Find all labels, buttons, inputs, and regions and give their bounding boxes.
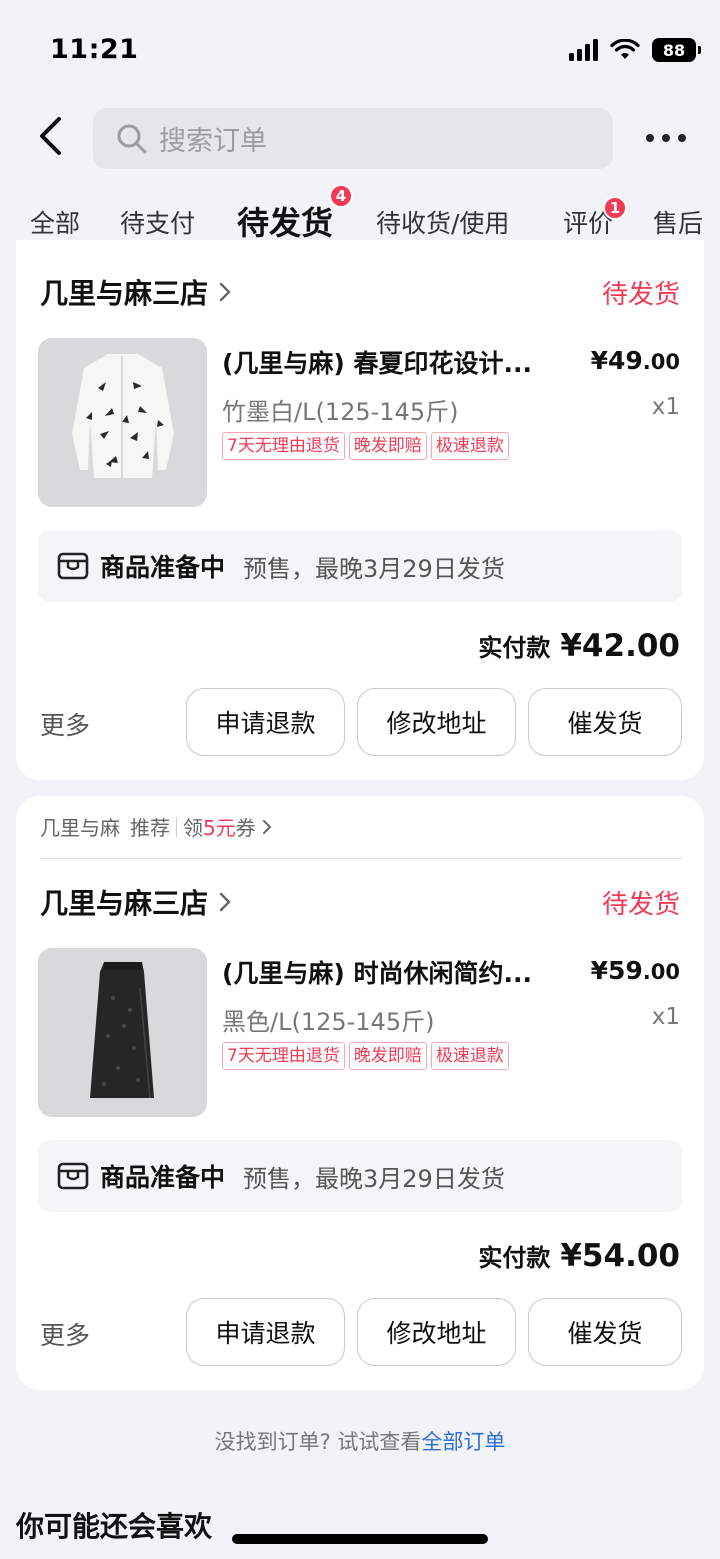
dot-icon	[646, 134, 654, 142]
shop-link[interactable]: 几里与麻三店	[40, 272, 232, 312]
paid-label: 实付款	[478, 1244, 551, 1272]
all-orders-link[interactable]: 全部订单	[421, 1430, 505, 1454]
tab-after-sales[interactable]: 售后	[653, 204, 703, 240]
price-main: ¥49	[590, 346, 643, 375]
product-thumbnail[interactable]	[38, 948, 207, 1117]
tab-label: 待支付	[120, 209, 196, 238]
status-icons: 88	[569, 38, 701, 62]
shipping-status-bar[interactable]: 商品准备中 预售，最晚3月29日发货	[38, 1140, 682, 1212]
tab-pending-shipment[interactable]: 待发货 4	[237, 184, 353, 244]
shipping-status-bar[interactable]: 商品准备中 预售，最晚3月29日发货	[38, 530, 682, 602]
urge-shipment-button[interactable]: 催发货	[528, 688, 682, 756]
urge-shipment-button[interactable]: 催发货	[528, 1298, 682, 1366]
tab-label: 待发货	[237, 204, 334, 242]
chevron-left-icon	[40, 117, 61, 155]
more-link[interactable]: 更多	[40, 1316, 90, 1352]
dot-icon	[678, 134, 686, 142]
price-main: ¥59	[590, 956, 643, 985]
service-tag: 极速退款	[430, 1042, 509, 1070]
tab-pending-receipt[interactable]: 待收货/使用	[376, 204, 509, 240]
refund-button[interactable]: 申请退款	[186, 688, 345, 756]
separator	[176, 816, 177, 837]
chevron-right-icon	[219, 282, 231, 302]
battery-icon: 88	[652, 38, 701, 62]
wifi-icon	[610, 39, 640, 59]
paid-amount: ¥42.00	[560, 628, 680, 664]
not-found-hint: 没找到订单? 试试查看全部订单	[0, 1426, 720, 1456]
service-tags: 7天无理由退货 晚发即赔 极速退款	[222, 1042, 509, 1070]
product-sku: 竹墨白/L(125-145斤)	[222, 398, 459, 426]
product-title[interactable]: (几里与麻) 时尚休闲简约...	[222, 954, 562, 990]
change-address-button[interactable]: 修改地址	[357, 1298, 516, 1366]
back-button[interactable]	[30, 112, 70, 160]
tab-label: 全部	[30, 209, 81, 238]
prep-note: 预售，最晚3月29日发货	[243, 554, 505, 583]
order-card: 几里与麻 推荐 领 5元 券 几里与麻三店 待发货 (几里与麻) 时尚休闲简约.…	[16, 796, 704, 1390]
tab-label: 售后	[653, 209, 704, 238]
prep-title: 商品准备中	[100, 553, 226, 582]
recommendations-title: 你可能还会喜欢	[16, 1510, 213, 1543]
shop-name: 几里与麻三店	[40, 277, 209, 310]
status-time: 11:21	[50, 34, 139, 65]
service-tag: 晚发即赔	[348, 1042, 427, 1070]
product-sku: 黑色/L(125-145斤)	[222, 1008, 435, 1036]
divider	[40, 858, 682, 859]
paid-amount: ¥54.00	[560, 1238, 680, 1274]
tab-review[interactable]: 评价 1	[563, 196, 627, 240]
prep-note: 预售，最晚3月29日发货	[243, 1164, 505, 1193]
product-quantity: x1	[651, 394, 680, 420]
refund-button[interactable]: 申请退款	[186, 1298, 345, 1366]
skirt-image	[38, 948, 207, 1117]
home-indicator[interactable]	[232, 1534, 488, 1544]
cellular-signal-icon	[569, 39, 598, 61]
shop-link[interactable]: 几里与麻三店	[40, 882, 232, 922]
package-icon	[57, 1162, 89, 1190]
tab-all[interactable]: 全部	[30, 204, 80, 240]
product-thumbnail[interactable]	[38, 338, 207, 507]
tab-pending-payment[interactable]: 待支付	[120, 204, 195, 240]
dot-icon	[662, 134, 670, 142]
service-tag: 7天无理由退货	[222, 432, 345, 460]
shop-recommend-row[interactable]: 几里与麻 推荐 领 5元 券	[40, 812, 272, 841]
search-placeholder: 搜索订单	[159, 126, 267, 157]
service-tag: 7天无理由退货	[222, 1042, 345, 1070]
price-decimal: .00	[642, 350, 680, 374]
coupon-value: 5元	[203, 816, 236, 840]
coupon-prefix: 领	[183, 816, 203, 840]
price-decimal: .00	[642, 960, 680, 984]
order-status: 待发货	[601, 280, 680, 310]
search-icon	[117, 124, 147, 153]
service-tag: 晚发即赔	[348, 432, 427, 460]
not-found-text: 没找到订单? 试试查看	[214, 1430, 422, 1454]
paid-amount-row: 实付款 ¥42.00	[478, 628, 680, 664]
status-bar: 11:21 88	[0, 0, 720, 96]
prep-title: 商品准备中	[100, 1163, 226, 1192]
product-price: ¥49.00	[591, 346, 680, 375]
blouse-image	[38, 338, 207, 507]
more-link[interactable]: 更多	[40, 706, 90, 742]
more-options-button[interactable]	[646, 126, 686, 150]
package-icon	[57, 552, 89, 580]
chevron-right-icon	[262, 819, 272, 834]
change-address-button[interactable]: 修改地址	[357, 688, 516, 756]
recommend-shop: 几里与麻	[40, 816, 120, 840]
paid-amount-row: 实付款 ¥54.00	[478, 1238, 680, 1274]
service-tag: 极速退款	[430, 432, 509, 460]
count-badge: 1	[603, 196, 627, 220]
order-status: 待发货	[601, 890, 680, 920]
search-input[interactable]: 搜索订单	[93, 108, 613, 169]
order-card: 几里与麻三店 待发货 (几里与麻) 春夏印花设计... ¥49.00 竹墨白/L…	[16, 240, 704, 780]
service-tags: 7天无理由退货 晚发即赔 极速退款	[222, 432, 509, 460]
paid-label: 实付款	[478, 634, 551, 662]
product-title[interactable]: (几里与麻) 春夏印花设计...	[222, 344, 562, 380]
coupon-suffix: 券	[235, 816, 256, 840]
shop-name: 几里与麻三店	[40, 887, 209, 920]
tab-label: 待收货/使用	[376, 209, 510, 238]
product-quantity: x1	[651, 1004, 680, 1030]
chevron-right-icon	[219, 892, 231, 912]
count-badge: 4	[329, 184, 353, 208]
recommend-label: 推荐	[130, 816, 170, 840]
header-bar: 搜索订单	[0, 96, 720, 186]
product-price: ¥59.00	[591, 956, 680, 985]
